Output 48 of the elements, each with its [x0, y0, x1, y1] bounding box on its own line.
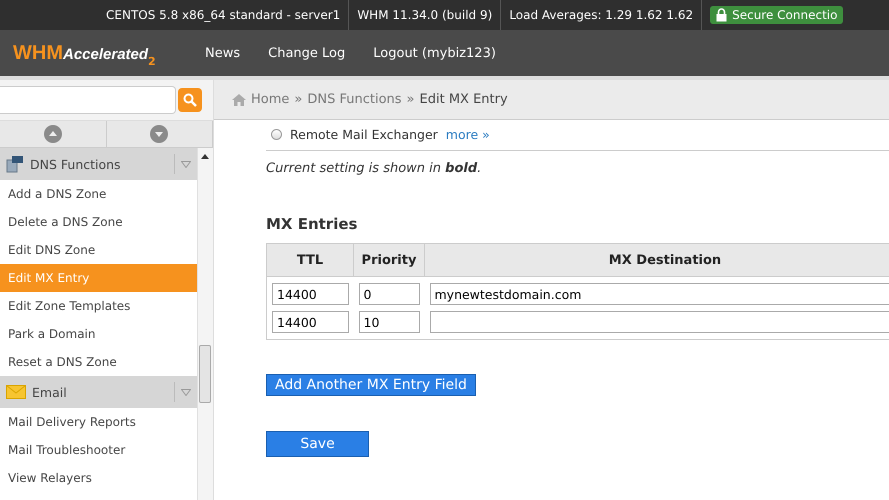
scrollbar[interactable]: [197, 148, 213, 500]
sidebar-item[interactable]: Reset a DNS Zone: [0, 348, 198, 376]
collapse-caret-icon: [181, 388, 192, 396]
breadcrumb-current: Edit MX Entry: [420, 92, 508, 107]
column-header: Priority: [354, 244, 424, 276]
envelope-icon: [6, 385, 26, 399]
lock-icon: [716, 8, 728, 22]
search-field[interactable]: [0, 86, 176, 114]
destination-field[interactable]: mynewtestdomain.com: [430, 283, 889, 305]
search-icon: [183, 93, 197, 107]
sidebar-item[interactable]: Mail Troubleshooter: [0, 436, 198, 464]
sidebar-item[interactable]: Add a DNS Zone: [0, 180, 198, 208]
save-button[interactable]: Save: [266, 431, 369, 457]
nav-link[interactable]: Change Log: [268, 46, 346, 60]
sidebar-item[interactable]: Park a Domain: [0, 320, 198, 348]
collapse-caret-icon: [181, 160, 192, 168]
dns-server-icon: [6, 155, 24, 173]
column-header: MX Destination: [424, 244, 889, 276]
breadcrumb-separator: »: [294, 92, 302, 107]
priority-field[interactable]: 10: [358, 311, 420, 333]
nav-link[interactable]: News: [205, 46, 240, 60]
sidebar-item[interactable]: Edit Zone Templates: [0, 292, 198, 320]
radio-button[interactable]: [271, 128, 282, 140]
sidebar-item[interactable]: View Relayers: [0, 464, 198, 492]
breadcrumb-link[interactable]: DNS Functions: [307, 92, 402, 107]
section-title: MX Entries: [266, 215, 358, 233]
sidebar-item[interactable]: Delete a DNS Zone: [0, 208, 198, 236]
secure-connection-badge: Secure Connectio: [710, 6, 844, 24]
category-header[interactable]: DNS Functions: [0, 148, 198, 180]
more-link[interactable]: more »: [446, 126, 490, 142]
home-icon: [232, 94, 246, 106]
ttl-field[interactable]: 14400: [272, 283, 348, 305]
scroll-arrow-icon: [201, 154, 210, 159]
sidebar-item[interactable]: Edit DNS Zone: [0, 236, 198, 264]
priority-field[interactable]: 0: [358, 283, 420, 305]
ttl-field[interactable]: 14400: [272, 311, 348, 333]
add-entry-button[interactable]: Add Another MX Entry Field: [266, 374, 476, 396]
nav-link[interactable]: Logout (mybiz123): [373, 46, 496, 60]
note-text: Current setting is shown in bold.: [266, 161, 482, 178]
scrollbar-thumb[interactable]: [199, 345, 212, 403]
sidebar-item[interactable]: Mail Delivery Reports: [0, 408, 198, 436]
breadcrumb-separator: »: [406, 92, 415, 107]
column-header: TTL: [266, 244, 354, 276]
category-header[interactable]: Email: [0, 376, 198, 408]
radio-label: Remote Mail Exchanger: [290, 126, 438, 142]
search-button[interactable]: [178, 88, 202, 112]
breadcrumb-link[interactable]: Home: [251, 92, 290, 107]
destination-field[interactable]: [430, 311, 889, 333]
